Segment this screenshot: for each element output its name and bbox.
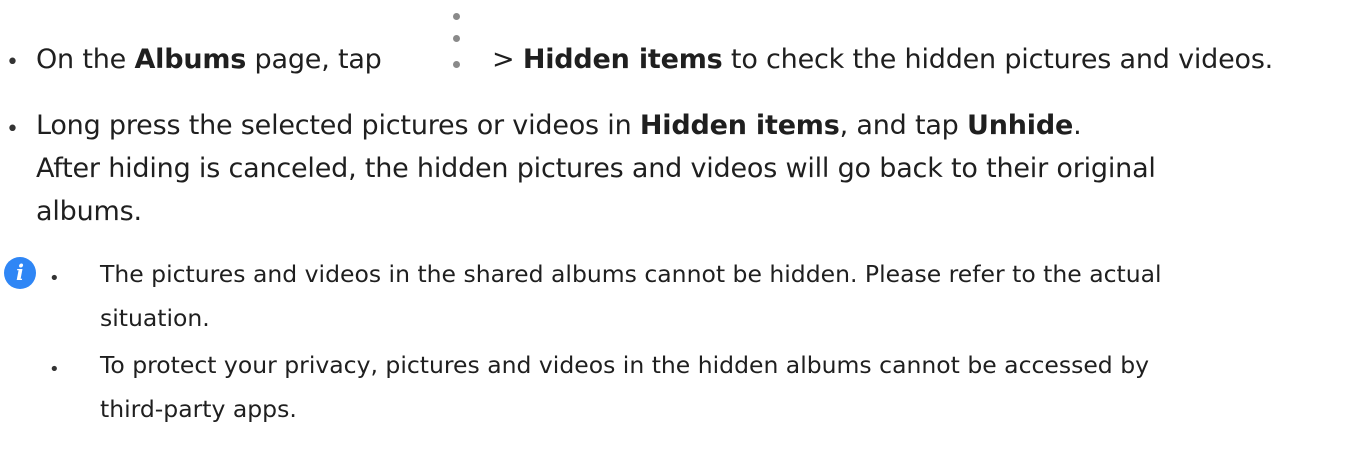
hidden-items-label: Hidden items <box>639 110 840 141</box>
info-icon: i <box>4 257 36 289</box>
bullet: • <box>6 50 19 75</box>
note-bullet: • <box>49 359 60 380</box>
note-text: The pictures and videos in the shared al… <box>100 260 1162 288</box>
bullet: • <box>6 117 19 142</box>
note-text-line2: situation. <box>100 304 210 332</box>
albums-label: Albums <box>134 44 247 75</box>
note-bullet: • <box>49 268 60 289</box>
list-item-text: Long press the selected pictures or vide… <box>36 110 1082 141</box>
unhide-label: Unhide <box>967 110 1074 141</box>
list-item-text-line2: After hiding is canceled, the hidden pic… <box>36 153 1156 184</box>
note-text-line2: third-party apps. <box>100 395 297 423</box>
list-item-text-continued: > Hidden items to check the hidden pictu… <box>492 44 1274 75</box>
note-text: To protect your privacy, pictures and vi… <box>100 351 1150 379</box>
list-item-text: On the Albums page, tap <box>36 44 382 75</box>
list-item-text-line3: albums. <box>36 196 142 227</box>
more-vertical-icon <box>451 9 463 73</box>
hidden-items-label: Hidden items <box>522 44 723 75</box>
